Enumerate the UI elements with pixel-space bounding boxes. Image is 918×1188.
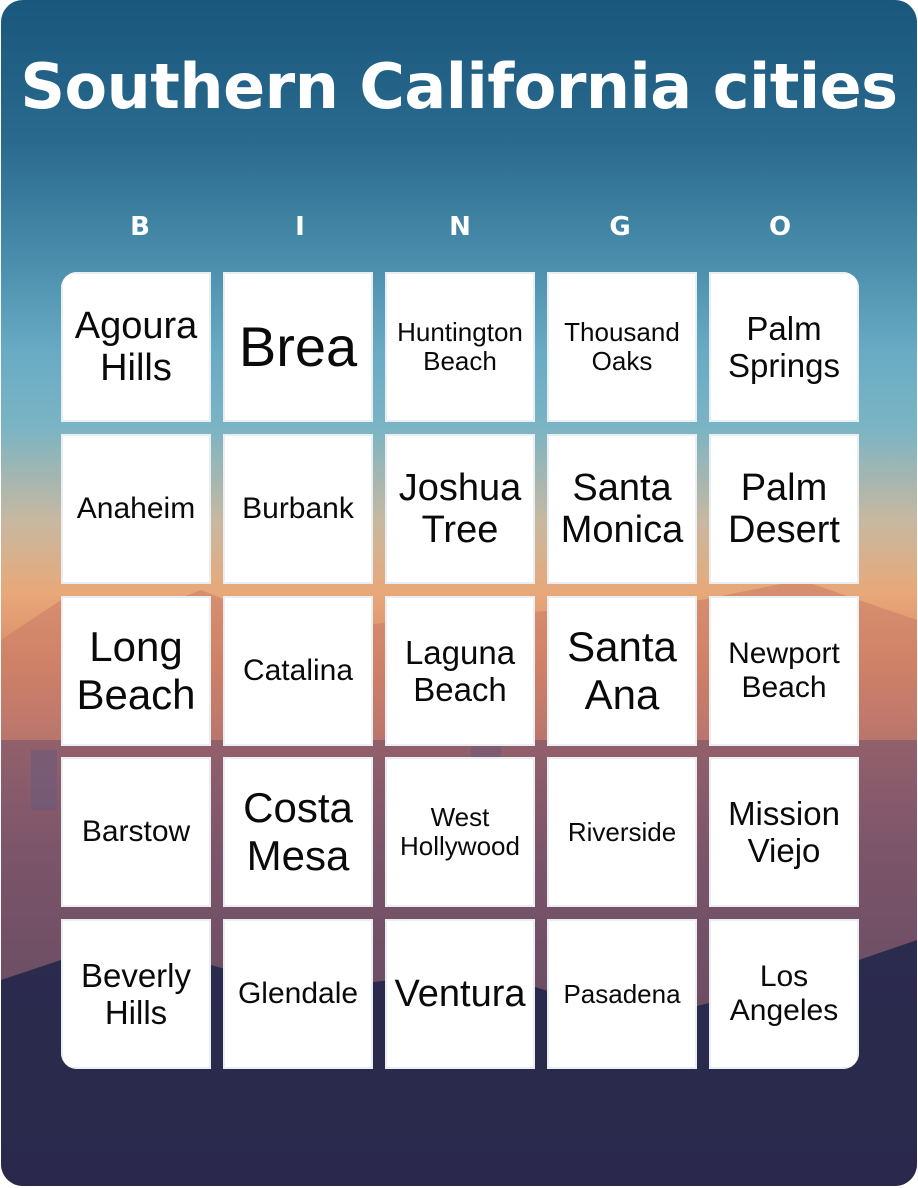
cell-label: Catalina — [242, 653, 354, 687]
bingo-cell[interactable]: Santa Ana — [547, 595, 697, 746]
cell-label: Palm Springs — [728, 310, 840, 384]
bingo-grid: Agoura Hills Brea Huntington Beach Thousand… — [61, 272, 859, 1069]
bingo-cell[interactable]: Santa Monica — [547, 433, 697, 584]
cell-label: West Hollywood — [400, 802, 520, 862]
bingo-cell[interactable]: Thousand Oaks — [547, 272, 697, 422]
bingo-cell[interactable]: Newport Beach — [709, 595, 859, 746]
header-letter-g: G — [609, 212, 631, 242]
bingo-cell[interactable]: Anaheim — [61, 433, 211, 584]
card-title: Southern California cities — [20, 50, 898, 123]
cell-label: Beverly Hills — [80, 957, 192, 1031]
cell-label: Long Beach — [76, 622, 196, 718]
cell-label: Ventura — [394, 973, 526, 1015]
cell-label: Thousand Oaks — [564, 317, 680, 376]
cell-label: Newport Beach — [728, 636, 840, 704]
cell-label: Anaheim — [76, 491, 196, 525]
bingo-cell[interactable]: Laguna Beach — [385, 595, 535, 746]
bingo-cell[interactable]: Catalina — [223, 595, 373, 746]
cell-label: Santa Ana — [567, 622, 677, 718]
bingo-cell[interactable]: Ventura — [385, 919, 535, 1069]
cell-label: Brea — [238, 315, 358, 378]
bingo-cell[interactable]: Agoura Hills — [61, 272, 211, 422]
header-letter-i: I — [295, 212, 305, 242]
header-letter-o: O — [768, 212, 792, 242]
cell-label: Costa Mesa — [243, 784, 353, 880]
bingo-cell[interactable]: Costa Mesa — [223, 757, 373, 908]
cell-label: Burbank — [242, 491, 354, 525]
bingo-header: B I N G O — [60, 212, 860, 242]
bingo-cell[interactable]: Beverly Hills — [61, 919, 211, 1069]
bingo-cell[interactable]: West Hollywood — [385, 757, 535, 908]
cell-label: Palm Desert — [728, 466, 840, 551]
cell-label: Los Angeles — [729, 960, 839, 1027]
bingo-cell[interactable]: Glendale — [223, 919, 373, 1069]
bingo-cell[interactable]: Mission Viejo — [709, 757, 859, 908]
bingo-cell[interactable]: Los Angeles — [709, 919, 859, 1069]
bingo-card: Southern California cities B I N G O Ago… — [1, 0, 917, 1186]
cell-label: Santa Monica — [560, 466, 684, 551]
bingo-cell[interactable]: Joshua Tree — [385, 433, 535, 584]
cell-label: Pasadena — [563, 978, 681, 1009]
bingo-cell[interactable]: Riverside — [547, 757, 697, 908]
cell-label: Huntington Beach — [397, 317, 523, 376]
cell-label: Riverside — [567, 816, 677, 847]
bingo-cell[interactable]: Long Beach — [61, 595, 211, 746]
bingo-cell[interactable]: Burbank — [223, 433, 373, 584]
cell-label: Barstow — [81, 815, 191, 849]
bingo-cell[interactable]: Brea — [223, 272, 373, 422]
bingo-cell[interactable]: Pasadena — [547, 919, 697, 1069]
bingo-cell[interactable]: Palm Springs — [709, 272, 859, 422]
cell-label: Laguna Beach — [404, 633, 516, 708]
cell-label: Agoura Hills — [74, 305, 198, 389]
bingo-cell[interactable]: Palm Desert — [709, 433, 859, 584]
bingo-cell[interactable]: Barstow — [61, 757, 211, 908]
cell-label: Joshua Tree — [398, 466, 522, 551]
header-letter-n: N — [449, 212, 471, 242]
cell-label: Glendale — [237, 977, 359, 1010]
bingo-cell[interactable]: Huntington Beach — [385, 272, 535, 422]
cell-label: Mission Viejo — [728, 795, 840, 870]
header-letter-b: B — [130, 212, 150, 242]
